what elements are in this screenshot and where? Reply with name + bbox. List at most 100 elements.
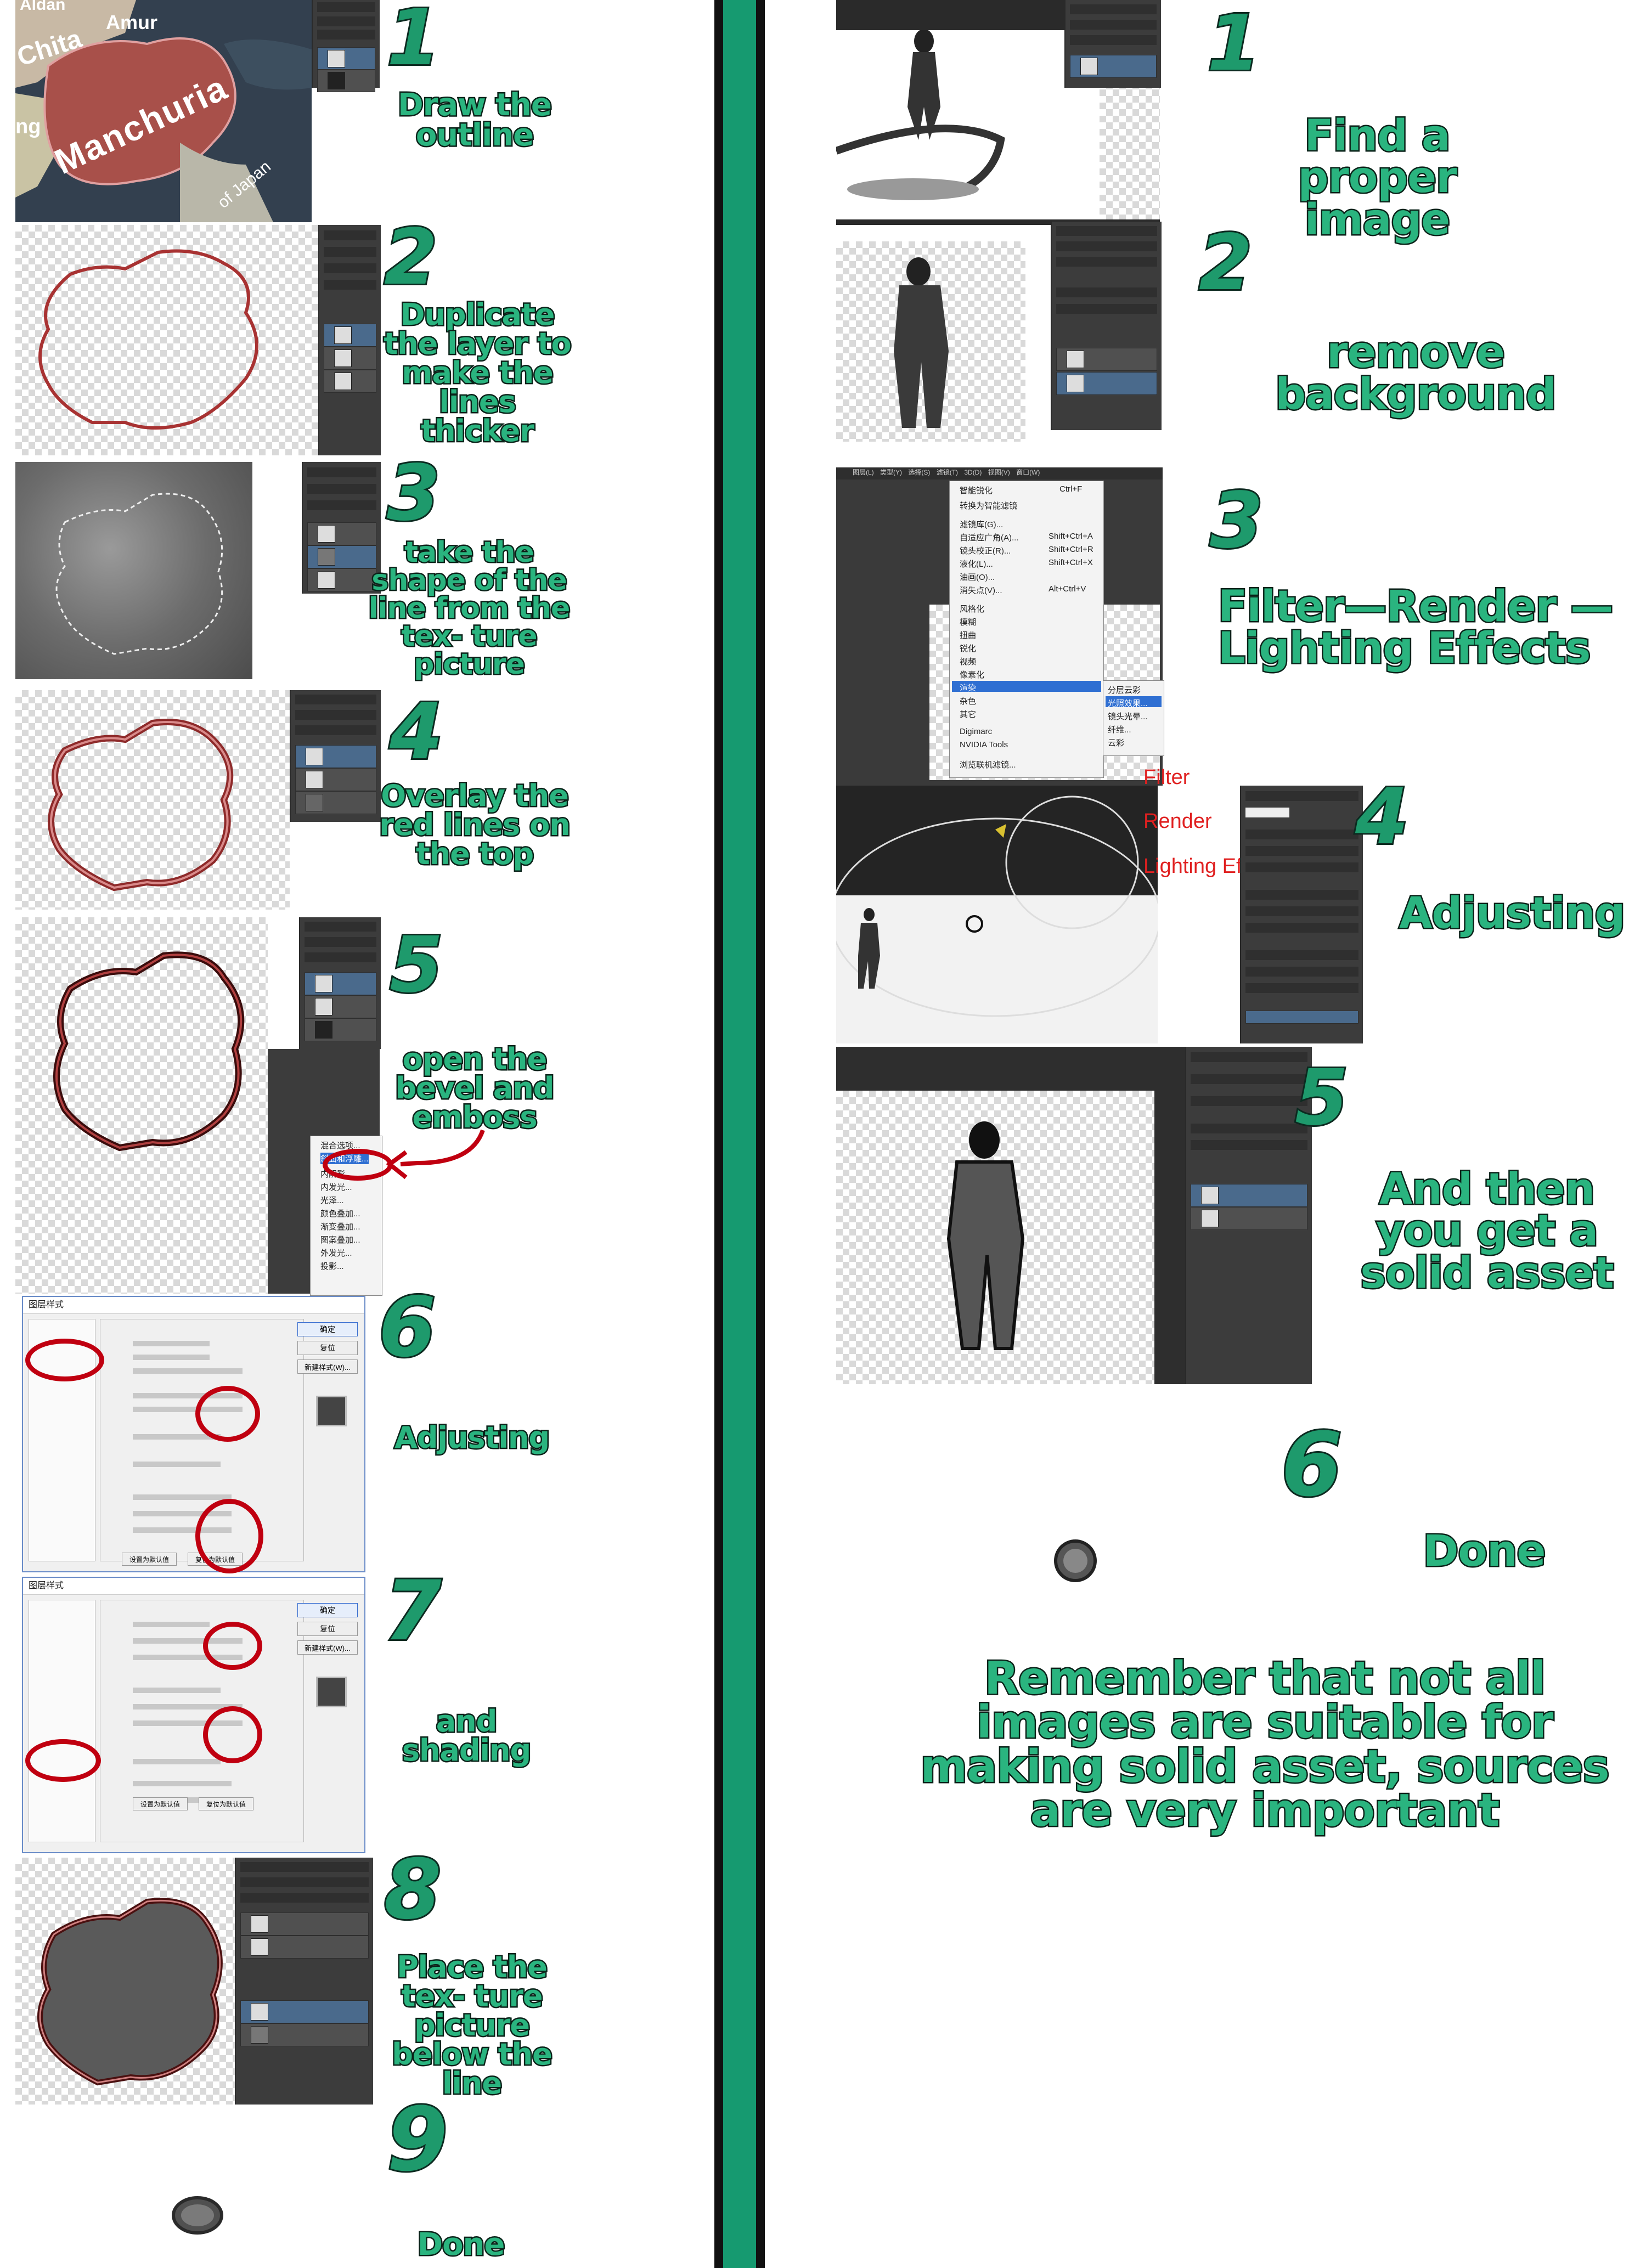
- menu-item[interactable]: 图案叠加...: [320, 1234, 360, 1245]
- layers-panel-r2: [1051, 222, 1162, 430]
- layer-row[interactable]: [1056, 372, 1157, 395]
- menubar-item[interactable]: 类型(Y): [880, 469, 902, 476]
- menu-item[interactable]: 杂色: [960, 695, 976, 707]
- new-style-button[interactable]: 新建样式(W)...: [297, 1359, 358, 1374]
- layer-row[interactable]: [305, 972, 376, 995]
- menu-item[interactable]: 锐化: [960, 642, 976, 654]
- ok-button[interactable]: 确定: [297, 1603, 358, 1617]
- map-label-ng: ng: [15, 115, 41, 138]
- filter-menu: 智能锐化 Ctrl+F 转换为智能滤镜 滤镜库(G)... 自适应广角(A)..…: [949, 481, 1104, 778]
- center-divider: [723, 0, 756, 2268]
- menu-item[interactable]: 液化(L)...: [960, 558, 993, 569]
- layer-row[interactable]: [307, 522, 376, 545]
- menu-item[interactable]: 其它: [960, 708, 976, 720]
- layer-row[interactable]: [240, 2000, 369, 2023]
- highlight-circle: [203, 1706, 262, 1763]
- map-label-amur: Amur: [106, 11, 158, 33]
- menu-item[interactable]: 扭曲: [960, 629, 976, 641]
- submenu-item-lighting[interactable]: 光照效果...: [1108, 697, 1148, 709]
- submenu-item[interactable]: 分层云彩: [1108, 684, 1141, 696]
- layer-row[interactable]: [295, 791, 376, 814]
- menu-item[interactable]: 风格化: [960, 603, 984, 614]
- right-step-1-caption: Find a proper image: [1296, 111, 1458, 245]
- layer-row[interactable]: [1056, 348, 1157, 371]
- default-button[interactable]: 设置为默认值: [133, 1797, 188, 1810]
- menu-item[interactable]: 像素化: [960, 669, 984, 680]
- menu-item[interactable]: 滤镜库(G)...: [960, 518, 1003, 530]
- right-step-6-caption: Done: [1422, 1527, 1547, 1576]
- layer-row[interactable]: [324, 347, 376, 370]
- textured-shape: [37, 1898, 223, 2086]
- ok-button[interactable]: 确定: [297, 1322, 358, 1336]
- submenu-item[interactable]: 纤维...: [1108, 724, 1131, 735]
- layer-row[interactable]: [317, 47, 375, 70]
- dialog-title: 图层样式: [23, 1578, 364, 1595]
- layer-row[interactable]: [240, 1912, 369, 1936]
- menu-item[interactable]: NVIDIA Tools: [960, 740, 1008, 749]
- left-step-6-number: 6: [377, 1280, 437, 1375]
- menu-item[interactable]: 智能锐化: [960, 484, 993, 496]
- reset-button[interactable]: 复位: [297, 1341, 358, 1355]
- menu-item[interactable]: 转换为智能滤镜: [960, 500, 1017, 511]
- menu-shortcut: Shift+Ctrl+R: [1049, 545, 1093, 554]
- dialog-styles-list: [29, 1600, 95, 1842]
- man-cutout: [894, 257, 949, 428]
- layer-row[interactable]: [1191, 1184, 1307, 1207]
- menu-item[interactable]: 油画(O)...: [960, 571, 995, 583]
- menu-item-render[interactable]: 渲染: [960, 682, 976, 693]
- light-row[interactable]: [1245, 1011, 1358, 1024]
- annotation-render: Render: [1143, 810, 1212, 833]
- thick-outline: [53, 951, 245, 1152]
- menubar-item[interactable]: 视图(V): [988, 469, 1010, 476]
- menu-item[interactable]: 镜头校正(R)...: [960, 545, 1011, 556]
- menubar-item[interactable]: 选择(S): [908, 469, 930, 476]
- layer-row[interactable]: [240, 2023, 369, 2046]
- reset-default-button[interactable]: 复位为默认值: [199, 1797, 253, 1810]
- layer-row[interactable]: [307, 545, 376, 568]
- menu-item[interactable]: 视频: [960, 656, 976, 667]
- layer-style-dialog-6: 图层样式 确定 复位 新建样式(W)... 设置为默认值 复位为默认值: [22, 1296, 365, 1572]
- man-figure: [858, 908, 880, 989]
- texture-selection: [55, 493, 223, 655]
- layer-row[interactable]: [305, 1018, 376, 1041]
- menu-item[interactable]: 投影...: [320, 1260, 344, 1272]
- layer-row[interactable]: [317, 69, 375, 92]
- menu-item[interactable]: 渐变叠加...: [320, 1221, 360, 1232]
- annotation-filter: Filter: [1143, 766, 1190, 789]
- menu-item[interactable]: 浏览联机滤镜...: [960, 759, 1016, 770]
- menu-shortcut: Alt+Ctrl+V: [1049, 584, 1086, 594]
- highlight-circle: [203, 1622, 262, 1670]
- layer-row[interactable]: [295, 745, 376, 768]
- menubar-item[interactable]: 3D(D): [964, 469, 982, 476]
- reset-button[interactable]: 复位: [297, 1622, 358, 1636]
- layer-row[interactable]: [295, 768, 376, 791]
- menu-item[interactable]: 消失点(V)...: [960, 584, 1002, 596]
- menubar-item[interactable]: 窗口(W): [1016, 469, 1040, 476]
- menu-item[interactable]: 内发光...: [320, 1181, 352, 1193]
- menubar-item[interactable]: 图层(L): [853, 469, 874, 476]
- layer-row[interactable]: [324, 370, 376, 393]
- highlight-circle: [25, 1739, 101, 1782]
- lighting-canvas: [836, 786, 1158, 1043]
- menu-item[interactable]: 光泽...: [320, 1194, 344, 1206]
- left-step-4-caption: Overlay the red lines on the top: [378, 778, 572, 871]
- menu-item[interactable]: 自适应广角(A)...: [960, 532, 1019, 543]
- left-step-2-caption: Duplicate the layer to make the lines th…: [382, 297, 573, 448]
- new-style-button[interactable]: 新建样式(W)...: [297, 1640, 358, 1655]
- layer-row[interactable]: [307, 568, 376, 591]
- layer-row[interactable]: [305, 995, 376, 1018]
- menu-item[interactable]: 模糊: [960, 616, 976, 628]
- submenu-item[interactable]: 镜头光晕...: [1108, 710, 1148, 722]
- menu-item[interactable]: Digimarc: [960, 727, 992, 736]
- layer-row[interactable]: [1191, 1207, 1307, 1230]
- menu-item[interactable]: 颜色叠加...: [320, 1208, 360, 1219]
- layer-row[interactable]: [324, 324, 376, 347]
- menubar-item[interactable]: 滤镜(T): [937, 469, 958, 476]
- right-step-3-number: 3: [1208, 476, 1265, 566]
- menu-item[interactable]: 外发光...: [320, 1247, 352, 1259]
- submenu-item[interactable]: 云彩: [1108, 737, 1124, 748]
- default-button[interactable]: 设置为默认值: [122, 1553, 177, 1566]
- layer-row[interactable]: [1070, 55, 1157, 78]
- layer-row[interactable]: [240, 1936, 369, 1959]
- left-step-6-caption: Adjusting: [393, 1420, 551, 1455]
